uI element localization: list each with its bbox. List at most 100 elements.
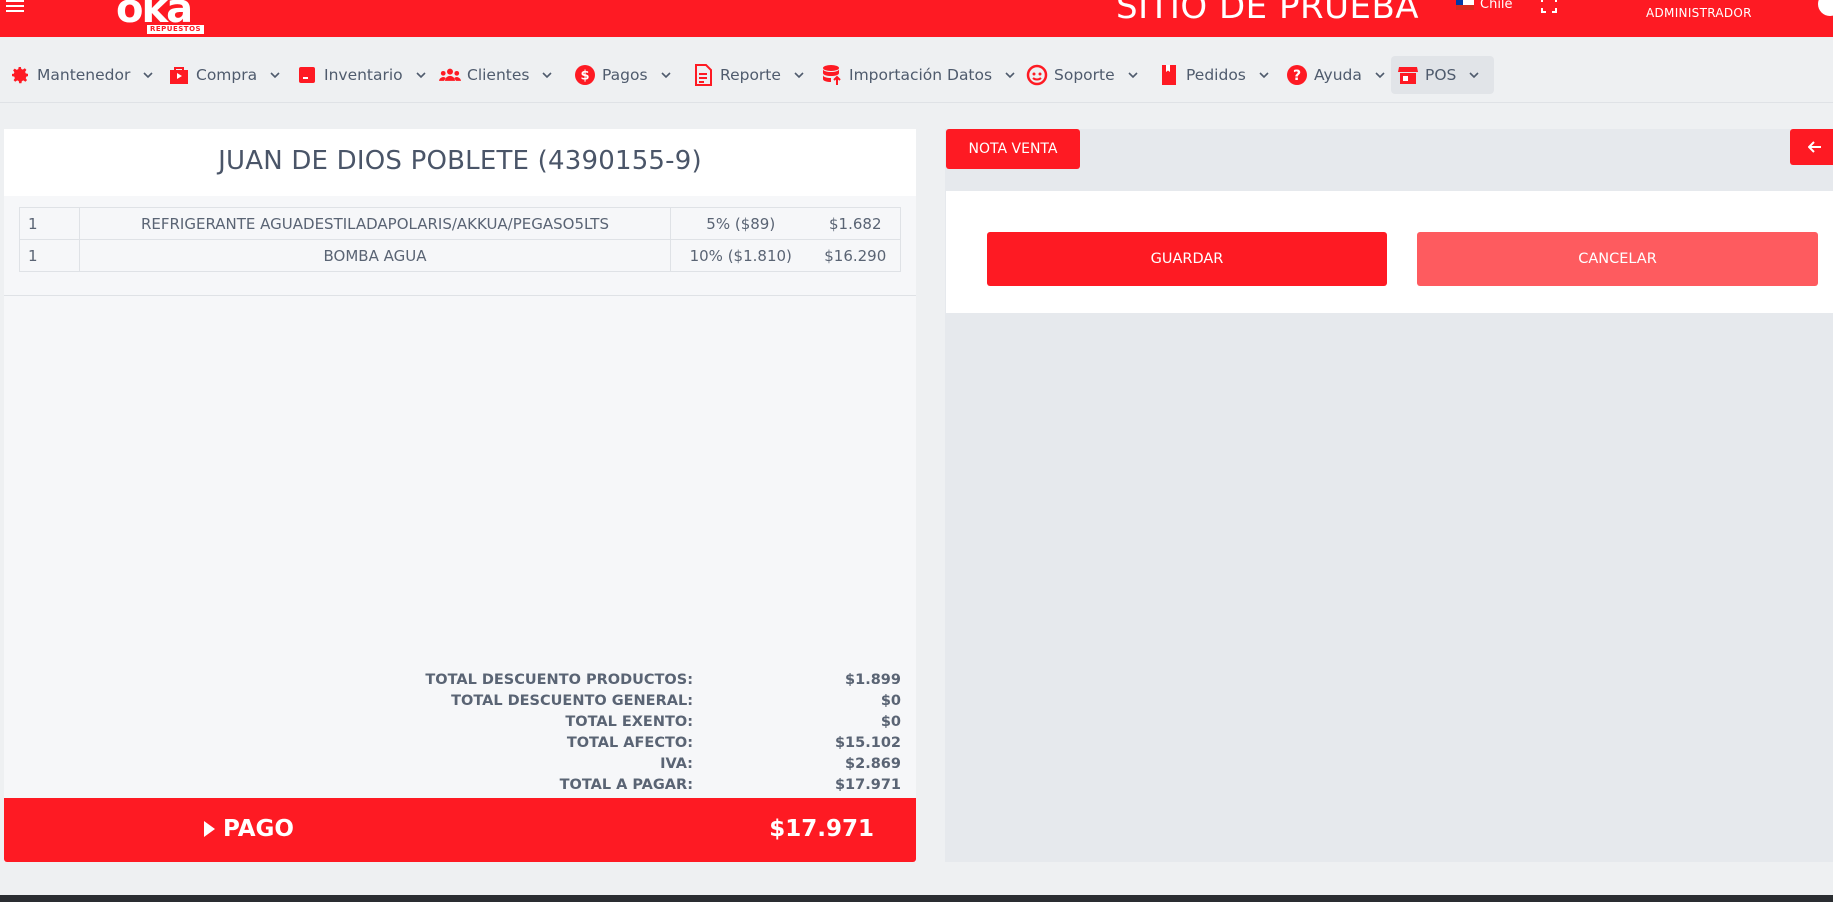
main-menu: Mantenedor Compra Inventario Clientes $ … [0,37,1833,103]
user-avatar[interactable] [1818,0,1833,16]
iva-row: IVA: $2.869 [4,754,916,775]
menu-label: Compra [196,66,258,84]
taskbar-strip [0,895,1833,902]
item-description: BOMBA AGUA [79,239,671,272]
item-amount: $1.682 [810,207,901,240]
support-face-icon [1026,64,1048,86]
svg-text:?: ? [1293,68,1301,84]
total-label: TOTAL A PAGAR: [559,777,693,793]
menu-item-pedidos[interactable]: Pedidos [1152,56,1276,94]
total-value: $15.102 [834,735,901,751]
items-area: 1 REFRIGERANTE AGUADESTILADAPOLARIS/AKKU… [4,196,916,296]
totals-block: TOTAL DESCUENTO PRODUCTOS: $1.899 TOTAL … [4,670,916,796]
menu-label: Clientes [467,66,530,84]
save-button[interactable]: GUARDAR [987,232,1387,286]
fullscreen-icon[interactable] [1541,0,1557,13]
chevron-down-icon [1128,72,1138,79]
menu-item-inventario[interactable]: Inventario [290,56,433,94]
logo-text: oka [116,0,193,32]
back-button[interactable] [1790,129,1833,165]
total-exento-row: TOTAL EXENTO: $0 [4,712,916,733]
table-row[interactable]: 1 REFRIGERANTE AGUADESTILADAPOLARIS/AKKU… [19,207,901,240]
database-import-icon [821,64,843,86]
chevron-down-icon [1005,72,1015,79]
item-qty: 1 [19,239,80,272]
sale-summary-panel: JUAN DE DIOS POBLETE (4390155-9) 1 REFRI… [4,129,916,862]
customer-header: JUAN DE DIOS POBLETE (4390155-9) [4,129,916,196]
chevron-down-icon [542,72,553,79]
document-icon [692,64,714,86]
pay-label: PAGO [223,816,294,842]
menu-label: Reporte [720,66,781,84]
total-descuento-productos-row: TOTAL DESCUENTO PRODUCTOS: $1.899 [4,670,916,691]
hamburger-menu-icon[interactable] [6,0,24,12]
country-selector[interactable]: Chile [1456,0,1513,12]
site-title: SITIO DE PRUEBA [1116,0,1420,27]
menu-label: Inventario [324,66,403,84]
users-icon [439,64,461,86]
total-value: $0 [880,693,901,709]
menu-label: Soporte [1054,66,1115,84]
customer-name: JUAN DE DIOS POBLETE (4390155-9) [218,146,702,176]
total-value: $1.899 [845,672,901,688]
country-label: Chile [1480,0,1513,12]
chile-flag-icon [1456,0,1474,10]
item-qty: 1 [19,207,80,240]
logo-subtext: REPUESTOS [146,24,206,35]
chevron-down-icon [143,72,153,79]
play-icon [204,821,215,837]
menu-item-reporte[interactable]: Reporte [686,56,811,94]
chevron-down-icon [416,72,426,79]
total-label: TOTAL AFECTO: [566,735,693,751]
total-value: $17.971 [834,777,901,793]
menu-item-ayuda[interactable]: ? Ayuda [1280,56,1392,94]
company-logo[interactable]: oka REPUESTOS [116,0,208,36]
menu-item-pagos[interactable]: $ Pagos [568,56,678,94]
user-role: ADMINISTRADOR [1646,6,1752,20]
item-discount: 10% ($1.810) [670,239,811,272]
svg-text:$: $ [580,69,589,84]
menu-label: Pagos [602,66,648,84]
total-value: $0 [880,714,901,730]
menu-item-compra[interactable]: Compra [162,56,287,94]
chevron-down-icon [270,72,280,79]
pay-total: $17.971 [769,816,874,842]
document-type-button[interactable]: NOTA VENTA [946,129,1080,169]
total-value: $2.869 [845,756,901,772]
chevron-down-icon [660,72,671,79]
item-amount: $16.290 [810,239,901,272]
menu-label: POS [1425,66,1457,84]
items-table: 1 REFRIGERANTE AGUADESTILADAPOLARIS/AKKU… [19,207,901,272]
menu-label: Importación Datos [849,66,993,84]
table-row[interactable]: 1 BOMBA AGUA 10% ($1.810) $16.290 [19,239,901,272]
item-description: REFRIGERANTE AGUADESTILADAPOLARIS/AKKUA/… [79,207,671,240]
total-label: TOTAL EXENTO: [565,714,693,730]
top-bar: oka REPUESTOS SITIO DE PRUEBA Chile ADMI… [0,0,1833,37]
total-label: TOTAL DESCUENTO GENERAL: [451,693,693,709]
total-descuento-general-row: TOTAL DESCUENTO GENERAL: $0 [4,691,916,712]
total-label: TOTAL DESCUENTO PRODUCTOS: [425,672,693,688]
item-discount: 5% ($89) [670,207,811,240]
chevron-down-icon [1469,72,1479,79]
book-icon [1158,64,1180,86]
chevron-down-icon [794,72,804,79]
gear-icon [9,64,31,86]
pay-button[interactable]: PAGO $17.971 [4,798,916,862]
total-label: IVA: [660,756,693,772]
total-afecto-row: TOTAL AFECTO: $15.102 [4,733,916,754]
cancel-button[interactable]: CANCELAR [1417,232,1818,286]
total-a-pagar-row: TOTAL A PAGAR: $17.971 [4,775,916,796]
dollar-coin-icon: $ [574,64,596,86]
menu-item-clientes[interactable]: Clientes [433,56,559,94]
menu-label: Pedidos [1186,66,1246,84]
menu-item-soporte[interactable]: Soporte [1020,56,1145,94]
menu-label: Ayuda [1314,66,1362,84]
chevron-down-icon [1259,72,1269,79]
store-icon [1397,64,1419,86]
pay-label-group: PAGO [204,816,294,842]
menu-label: Mantenedor [37,66,131,84]
arrow-left-icon [1808,141,1821,153]
menu-item-pos[interactable]: POS [1391,56,1494,94]
menu-item-importacion-datos[interactable]: Importación Datos [815,56,1022,94]
menu-item-mantenedor[interactable]: Mantenedor [3,56,160,94]
